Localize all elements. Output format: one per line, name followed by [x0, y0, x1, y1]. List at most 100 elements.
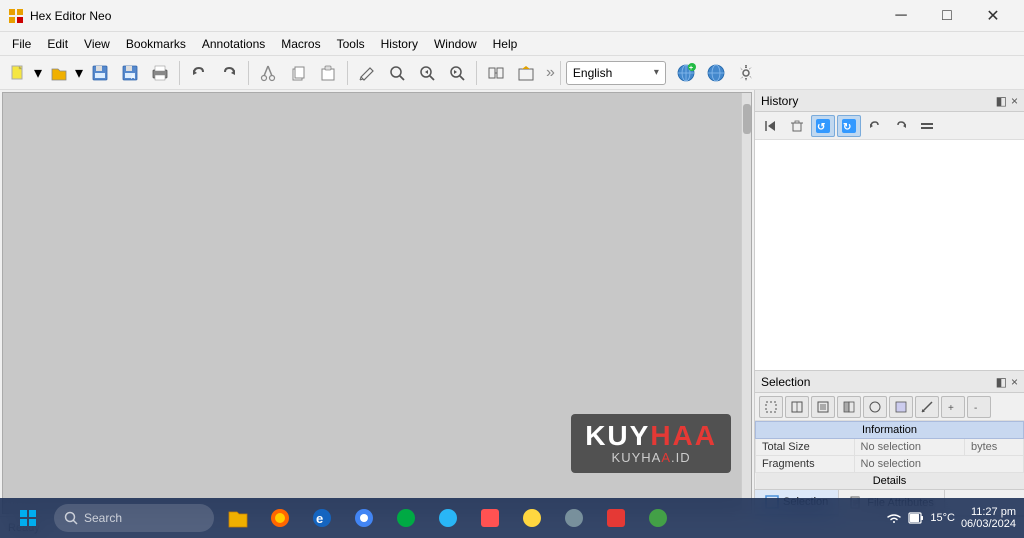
sel-btn-8[interactable]: + [941, 396, 965, 418]
menu-window[interactable]: Window [426, 35, 485, 53]
export-button[interactable] [512, 59, 540, 87]
start-button[interactable] [8, 500, 48, 536]
toolbar: ▾ ▾ A [0, 56, 1024, 90]
taskbar-browser1[interactable] [262, 500, 298, 536]
menu-help[interactable]: Help [485, 35, 526, 53]
find-prev-button[interactable] [413, 59, 441, 87]
details-row: Details [756, 473, 1024, 490]
toolbar-more[interactable]: » [546, 64, 555, 82]
system-tray: 15°C 11:27 pm 06/03/2024 [886, 506, 1016, 530]
selection-toolbar: + - [755, 393, 1024, 421]
battery-icon [908, 511, 924, 525]
sel-btn-3[interactable] [811, 396, 835, 418]
scrollbar-thumb [743, 104, 751, 134]
new-button[interactable] [4, 59, 32, 87]
watermark: KUYHAA KUYHAA.ID [571, 414, 731, 473]
find-next-button[interactable] [443, 59, 471, 87]
menu-view[interactable]: View [76, 35, 118, 53]
history-redo-button[interactable] [889, 115, 913, 137]
sel-btn-6[interactable] [889, 396, 913, 418]
title-bar: Hex Editor Neo ─ □ ✕ [0, 0, 1024, 32]
menu-history[interactable]: History [373, 35, 426, 53]
taskbar-app3[interactable] [472, 500, 508, 536]
taskbar-app4[interactable] [514, 500, 550, 536]
svg-text:A: A [131, 75, 135, 81]
sel-btn-5[interactable] [863, 396, 887, 418]
taskbar-app7[interactable] [640, 500, 676, 536]
history-first-button[interactable] [759, 115, 783, 137]
globe-icon[interactable] [702, 59, 730, 87]
menu-tools[interactable]: Tools [329, 35, 373, 53]
history-pin-button[interactable]: ◧ [996, 94, 1007, 108]
undo-button[interactable] [185, 59, 213, 87]
search-box[interactable]: Search [54, 504, 214, 532]
details-label: Details [756, 473, 1024, 490]
app-icon [8, 8, 24, 24]
cut-button[interactable] [254, 59, 282, 87]
history-undo-all-button[interactable]: ↺ [811, 115, 835, 137]
menu-macros[interactable]: Macros [273, 35, 328, 53]
menu-edit[interactable]: Edit [39, 35, 76, 53]
clock: 11:27 pm 06/03/2024 [961, 506, 1016, 530]
maximize-button[interactable]: □ [924, 0, 970, 32]
language-dropdown[interactable]: English ▾ [566, 61, 666, 85]
history-toolbar: ↺ ↻ [755, 112, 1024, 140]
editor-scrollbar-v[interactable] [741, 93, 751, 513]
history-panel: History ◧ × ↺ ↻ [755, 90, 1024, 371]
info-header-cell: Information [756, 422, 1024, 439]
close-button[interactable]: ✕ [970, 0, 1016, 32]
svg-text:↺: ↺ [817, 122, 825, 133]
sel-btn-9[interactable]: - [967, 396, 991, 418]
sel-btn-2[interactable] [785, 396, 809, 418]
history-redo-all-button[interactable]: ↻ [837, 115, 861, 137]
sel-btn-4[interactable] [837, 396, 861, 418]
sel-btn-7[interactable] [915, 396, 939, 418]
history-undo-button[interactable] [863, 115, 887, 137]
watermark-text-top: KUYHAA [585, 422, 717, 450]
menu-file[interactable]: File [4, 35, 39, 53]
open-button[interactable] [45, 59, 73, 87]
open-dropdown[interactable]: ▾ [74, 59, 84, 87]
save-as-button[interactable]: A [116, 59, 144, 87]
svg-text:+: + [689, 65, 693, 72]
settings-icon[interactable] [732, 59, 760, 87]
taskbar-app6[interactable] [598, 500, 634, 536]
svg-text:e: e [316, 511, 323, 526]
taskbar-file-explorer[interactable] [220, 500, 256, 536]
new-dropdown[interactable]: ▾ [33, 59, 43, 87]
taskbar-browser2[interactable]: e [304, 500, 340, 536]
copy-button[interactable] [284, 59, 312, 87]
taskbar-app1[interactable] [388, 500, 424, 536]
temperature: 15°C [930, 512, 955, 524]
watermark-text-bottom: KUYHAA.ID [585, 450, 717, 465]
separator-4 [476, 61, 477, 85]
taskbar-browser3[interactable] [346, 500, 382, 536]
redo-button[interactable] [215, 59, 243, 87]
fragments-label: Fragments [756, 456, 855, 473]
menu-annotations[interactable]: Annotations [194, 35, 273, 53]
total-size-row: Total Size No selection bytes [756, 439, 1024, 456]
language-arrow: ▾ [654, 67, 659, 78]
find-button[interactable] [383, 59, 411, 87]
add-language-icon[interactable]: + [672, 59, 700, 87]
save-button[interactable] [86, 59, 114, 87]
taskbar-app5[interactable] [556, 500, 592, 536]
taskbar-app2[interactable] [430, 500, 466, 536]
right-panel: History ◧ × ↺ ↻ [754, 90, 1024, 516]
menu-bookmarks[interactable]: Bookmarks [118, 35, 194, 53]
history-settings-button[interactable] [915, 115, 939, 137]
print-button[interactable] [146, 59, 174, 87]
selection-close-button[interactable]: × [1011, 375, 1018, 389]
paste-button[interactable] [314, 59, 342, 87]
taskbar: Search e 15°C 11:27 pm 06/03/2024 [0, 498, 1024, 538]
history-close-button[interactable]: × [1011, 94, 1018, 108]
history-header-controls: ◧ × [996, 94, 1018, 108]
sel-btn-1[interactable] [759, 396, 783, 418]
edit-button[interactable] [353, 59, 381, 87]
minimize-button[interactable]: ─ [878, 0, 924, 32]
selection-pin-button[interactable]: ◧ [996, 375, 1007, 389]
history-delete-button[interactable] [785, 115, 809, 137]
editor-area[interactable]: KUYHAA KUYHAA.ID [2, 92, 752, 514]
windows-icon [19, 509, 37, 527]
compare-button[interactable] [482, 59, 510, 87]
